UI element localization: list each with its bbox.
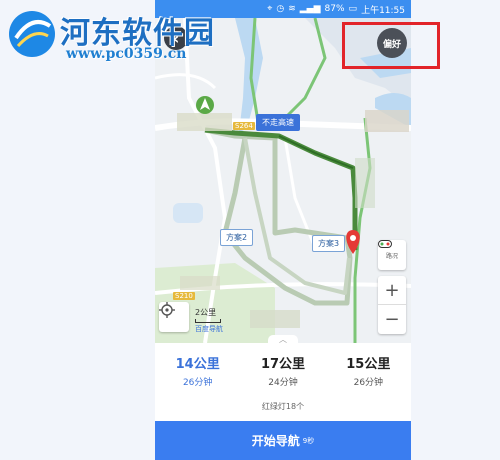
plan-option-2[interactable]: 17公里 24分钟 (240, 353, 325, 393)
plan-time: 24分钟 (268, 378, 298, 388)
battery-level: 87% (324, 4, 345, 14)
preference-highlight-box (342, 22, 440, 69)
route-label-plan2[interactable]: 方案2 (220, 229, 254, 246)
blurred-poi-3 (355, 158, 375, 208)
plan-distance: 14公里 (175, 357, 220, 372)
road-green-2 (283, 18, 327, 120)
map-brand: 百度导航 (195, 325, 223, 333)
traffic-light-count: 红绿灯18个 (261, 402, 305, 411)
watermark-url: www.pc0359.cn (66, 46, 187, 62)
zoom-out-icon[interactable]: − (378, 305, 406, 334)
road-badge-s264: S264 (233, 122, 255, 130)
plan-time: 26分钟 (182, 378, 213, 388)
alarm-icon: ◷ (276, 3, 285, 14)
start-navigation-button[interactable]: 开始导航 9秒 (155, 421, 411, 460)
signal-icon: ▂▄▆ (299, 3, 321, 14)
map-scale: 2公里 (195, 307, 221, 323)
scale-label: 2公里 (195, 308, 217, 317)
panel-handle[interactable]: ︿ (268, 335, 298, 345)
plan-option-1[interactable]: 14公里 26分钟 (155, 353, 240, 393)
plan-option-3[interactable]: 15公里 26分钟 (326, 353, 411, 393)
status-time: 上午11:55 (361, 5, 405, 16)
blurred-poi-2 (365, 110, 409, 132)
watermark-logo (6, 8, 58, 60)
route-label-plan3[interactable]: 方案3 (312, 235, 346, 252)
locate-icon (159, 302, 175, 318)
scale-bar (195, 319, 221, 323)
traffic-icon (378, 240, 392, 248)
plan-time: 26分钟 (353, 378, 384, 388)
battery-icon: ▭ (348, 3, 358, 14)
blurred-poi-4 (250, 310, 300, 328)
start-countdown: 9秒 (302, 436, 315, 445)
blurred-poi-5 (180, 276, 220, 290)
traffic-label: 路况 (385, 252, 398, 260)
plan-list: 14公里 26分钟 17公里 24分钟 15公里 26分钟 (155, 353, 411, 393)
zoom-in-icon[interactable]: + (378, 276, 406, 305)
plan-distance: 17公里 (260, 357, 306, 372)
pond (173, 203, 203, 223)
start-navigation-label: 开始导航 (251, 434, 300, 448)
phone-screen: ⌖ ◷ ≋ ▂▄▆ 87% ▭ 上午11:55 S264 S210 不走高速 方… (155, 0, 411, 460)
start-marker-icon (196, 96, 214, 114)
location-icon: ⌖ (267, 3, 273, 14)
zoom-control: + − (378, 276, 406, 334)
road-minor-1 (155, 73, 217, 90)
route-label-main[interactable]: 不走高速 (256, 114, 300, 131)
road-badge-s210: S210 (173, 292, 195, 300)
blurred-poi-1 (177, 113, 232, 131)
traffic-toggle-button[interactable]: 路况 (378, 240, 406, 270)
wifi-icon: ≋ (288, 3, 296, 14)
plan-distance: 15公里 (346, 357, 391, 372)
locate-button[interactable] (159, 302, 189, 332)
route-plan-panel: ︿ 14公里 26分钟 17公里 24分钟 15公里 26分钟 红绿灯18个 开… (155, 335, 411, 460)
